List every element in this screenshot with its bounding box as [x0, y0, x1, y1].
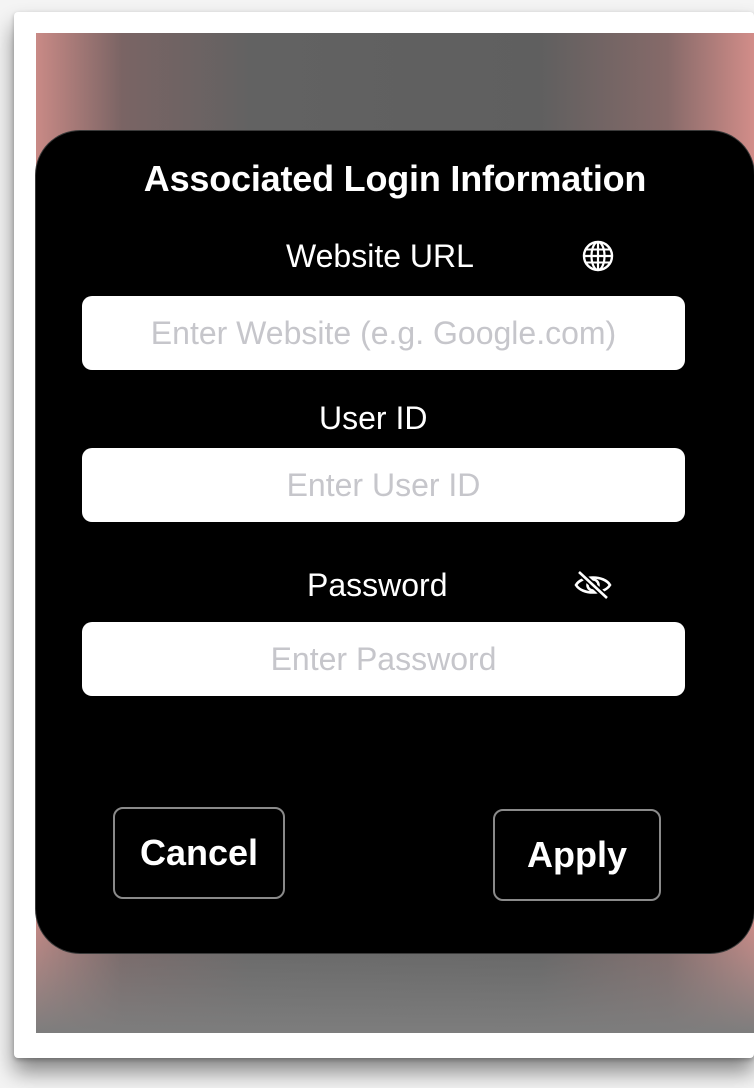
user-id-input[interactable]	[82, 448, 685, 522]
user-id-label: User ID	[319, 400, 428, 436]
password-label: Password	[307, 567, 448, 603]
dialog-title: Associated Login Information	[143, 158, 647, 199]
eye-slash-icon[interactable]	[571, 563, 615, 607]
login-info-dialog: Associated Login Information Website URL…	[36, 131, 754, 953]
website-url-label: Website URL	[286, 238, 474, 274]
apply-button[interactable]: Apply	[493, 809, 661, 901]
globe-icon[interactable]	[576, 234, 620, 278]
password-input[interactable]	[82, 622, 685, 696]
website-url-input[interactable]	[82, 296, 685, 370]
cancel-button[interactable]: Cancel	[113, 807, 285, 899]
